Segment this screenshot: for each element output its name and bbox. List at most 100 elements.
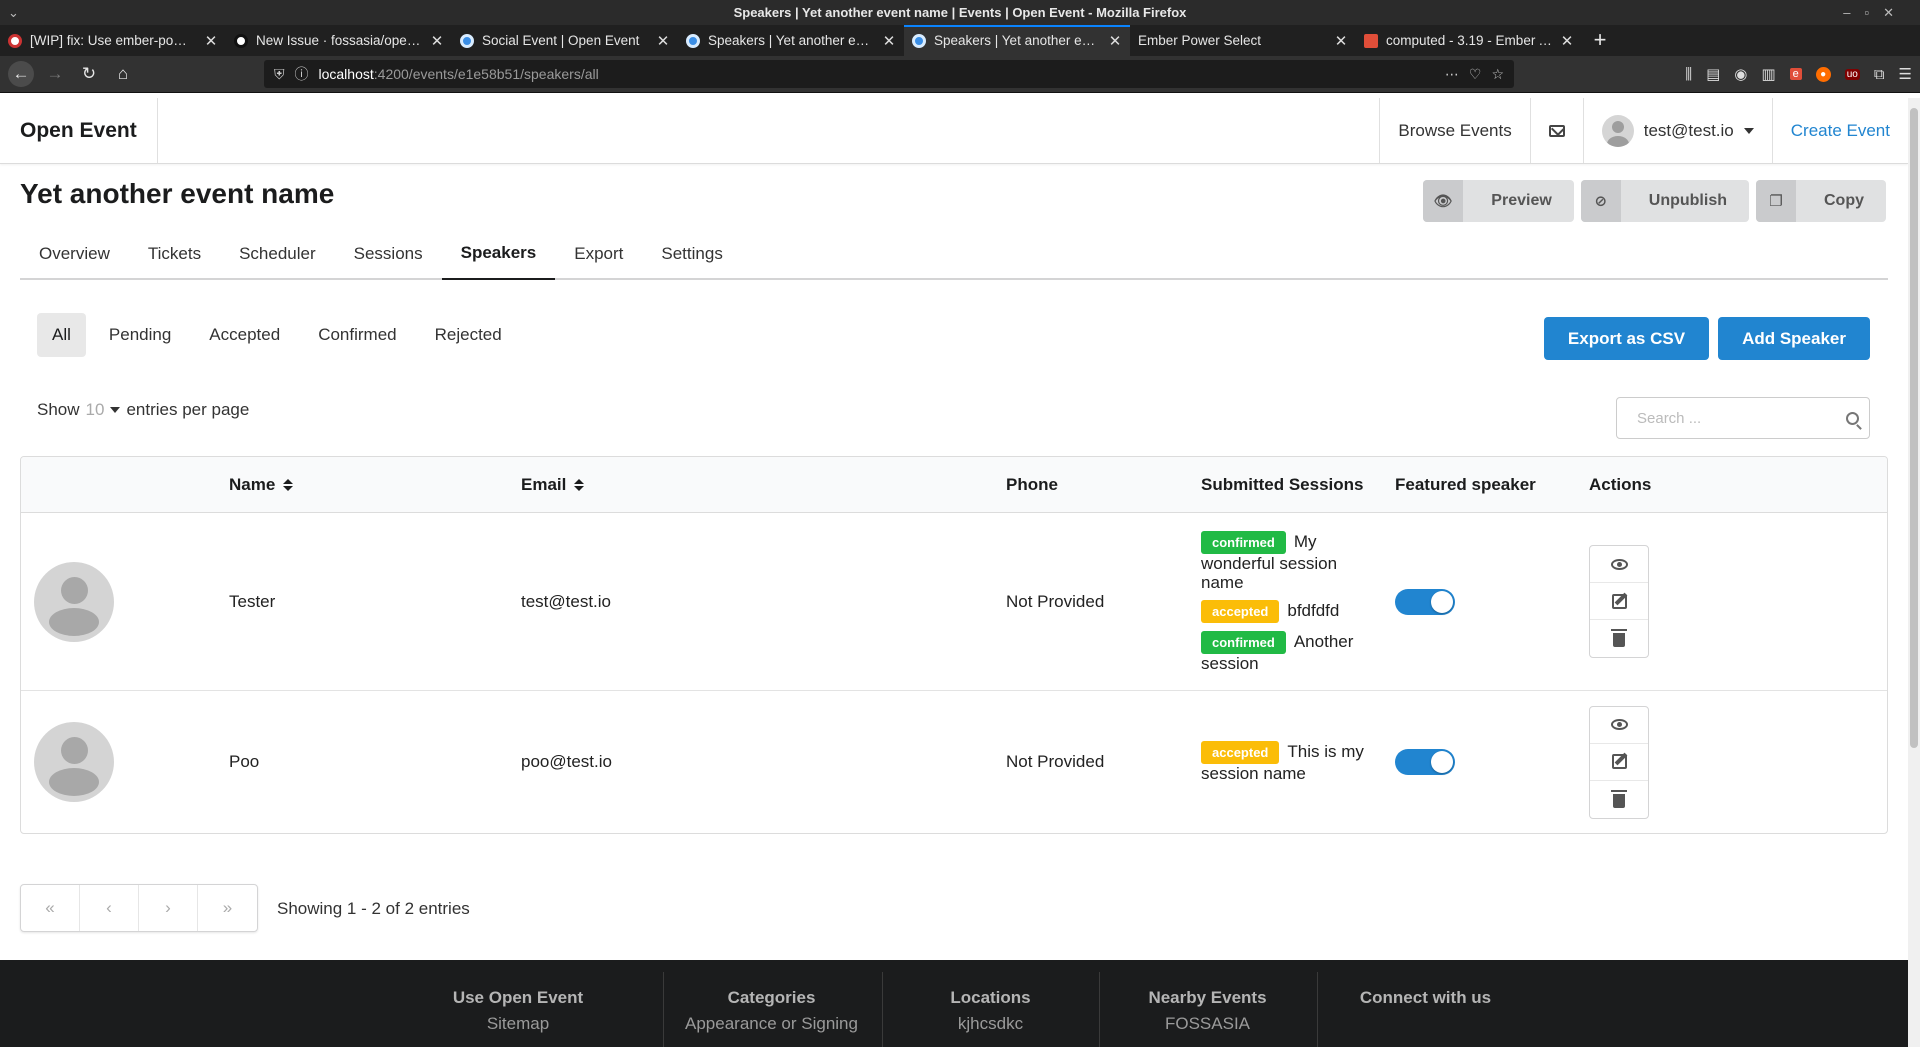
ember-inspector-icon[interactable]: e [1789,68,1802,80]
browser-tab[interactable]: Speakers | Yet another event name ✕ [678,25,904,56]
new-tab-icon[interactable]: + [1582,25,1618,56]
session-item[interactable]: accepted bfdfdfd [1201,599,1371,623]
reload-icon[interactable]: ↻ [76,61,102,87]
tab-export[interactable]: Export [555,228,642,280]
info-icon[interactable]: ⓘ [295,64,309,84]
prev-page-button[interactable]: ‹ [80,885,139,931]
export-csv-button[interactable]: Export as CSV [1543,317,1710,360]
window-menu-icon[interactable]: ⌄ [8,0,19,25]
close-tab-icon[interactable]: ✕ [1334,32,1348,50]
search-input[interactable] [1637,409,1846,427]
column-header-name[interactable]: Name [229,457,294,513]
bookmark-star-icon[interactable]: ☆ [1491,66,1504,83]
footer-link[interactable]: Sitemap [410,1014,626,1034]
tab-settings[interactable]: Settings [642,228,741,280]
browser-tab-active[interactable]: Speakers | Yet another event name ✕ [904,25,1130,56]
view-button[interactable] [1590,546,1648,583]
first-page-button[interactable]: « [21,885,80,931]
close-tab-icon[interactable]: ✕ [882,32,896,50]
avatar [1601,114,1634,147]
view-button[interactable] [1590,707,1648,744]
page-scrollbar[interactable] [1908,98,1920,1047]
user-menu[interactable]: test@test.io [1582,98,1772,163]
edit-button[interactable] [1590,744,1648,781]
delete-button[interactable] [1590,781,1648,818]
addon-icon[interactable]: ● [1815,66,1831,82]
tab-scheduler[interactable]: Scheduler [220,228,335,280]
home-icon[interactable]: ⌂ [110,61,136,87]
close-tab-icon[interactable]: ✕ [1560,32,1574,50]
footer-heading: Nearby Events [1148,988,1267,1007]
tab-tickets[interactable]: Tickets [129,228,220,280]
browser-tab[interactable]: [WIP] fix: Use ember-power-select ✕ [0,25,226,56]
create-event-link[interactable]: Create Event [1771,98,1908,163]
footer-link[interactable]: FOSSASIA [1100,1014,1315,1034]
tab-overview[interactable]: Overview [20,228,129,280]
search-icon[interactable] [1846,411,1859,425]
filter-accepted[interactable]: Accepted [194,313,295,357]
ublock-icon[interactable]: uo [1844,68,1860,80]
filter-pending[interactable]: Pending [94,313,186,357]
footer-column: Locations kjhcsdkc [882,972,1098,1047]
edit-icon [1611,593,1627,609]
notifications-button[interactable] [1529,98,1583,163]
browse-events-link[interactable]: Browse Events [1379,98,1529,163]
close-tab-icon[interactable]: ✕ [430,32,444,50]
url-bar[interactable]: ⛨ ⓘ localhost:4200/events/e1e58b51/speak… [264,60,1514,88]
pocket-icon[interactable]: ♡ [1469,66,1482,83]
mail-icon [1548,124,1565,137]
table-row: Tester test@test.io Not Provided confirm… [21,513,1887,691]
library-icon[interactable]: ⫼ [1685,66,1692,83]
footer-link[interactable]: kjhcsdkc [883,1014,1098,1034]
menu-icon[interactable]: ☰ [1899,65,1912,83]
delete-button[interactable] [1590,620,1648,657]
column-header-actions: Actions [1589,475,1652,494]
session-item[interactable]: confirmed My wonderful session name [1201,530,1371,592]
filter-confirmed[interactable]: Confirmed [303,313,411,357]
browser-tab[interactable]: computed - 3.19 - Ember API ✕ [1356,25,1582,56]
entries-select[interactable]: 10 [86,400,105,420]
copy-icon: ❐ [1756,180,1796,222]
shield-icon[interactable]: ⛨ [274,66,285,83]
tab-speakers[interactable]: Speakers [441,228,556,280]
brand-logo[interactable]: Open Event [0,98,158,163]
dropdown-caret-icon[interactable] [110,407,121,413]
page-actions-icon[interactable]: ⋯ [1445,66,1459,83]
browser-tab[interactable]: Ember Power Select ✕ [1130,25,1356,56]
filter-rejected[interactable]: Rejected [420,313,517,357]
close-tab-icon[interactable]: ✕ [1108,32,1122,50]
copy-button[interactable]: ❐ Copy [1756,180,1886,222]
tab-label: computed - 3.19 - Ember API [1386,33,1552,48]
close-tab-icon[interactable]: ✕ [204,32,218,50]
add-speaker-button[interactable]: Add Speaker [1718,317,1870,360]
column-header-sessions: Submitted Sessions [1201,475,1364,494]
featured-speaker-toggle[interactable] [1395,749,1455,775]
column-header-email[interactable]: Email [521,457,585,513]
session-item[interactable]: accepted This is my session name [1201,741,1371,783]
unpublish-button[interactable]: ⊘ Unpublish [1580,180,1749,222]
tab-label: Speakers | Yet another event name [934,33,1100,48]
sidebar-icon[interactable]: ▤ [1706,65,1720,83]
column-header-phone: Phone [1006,475,1058,494]
close-tab-icon[interactable]: ✕ [656,32,670,50]
preview-button[interactable]: 👁 Preview [1423,180,1574,222]
window-controls[interactable]: –▫✕ [1843,0,1908,25]
sort-icon[interactable] [283,479,294,491]
session-item[interactable]: confirmed Another session [1201,630,1371,673]
extension-icon[interactable]: ▥ [1761,65,1775,83]
next-page-button[interactable]: › [139,885,198,931]
edit-button[interactable] [1590,583,1648,620]
back-arrow-icon[interactable]: ← [8,61,34,87]
forward-arrow-icon[interactable]: → [42,61,68,87]
account-icon[interactable]: ◉ [1734,65,1747,83]
extensions-icon[interactable]: ⧉ [1874,66,1885,83]
browser-tab[interactable]: New Issue · fossasia/open-event ✕ [226,25,452,56]
page-title: Yet another event name [20,178,335,209]
last-page-button[interactable]: » [198,885,257,931]
browser-tab[interactable]: Social Event | Open Event ✕ [452,25,678,56]
filter-all[interactable]: All [37,313,86,357]
featured-speaker-toggle[interactable] [1395,588,1455,615]
tab-sessions[interactable]: Sessions [335,228,442,280]
sort-icon[interactable] [574,479,585,491]
footer-link[interactable]: Appearance or Signing [664,1014,879,1034]
